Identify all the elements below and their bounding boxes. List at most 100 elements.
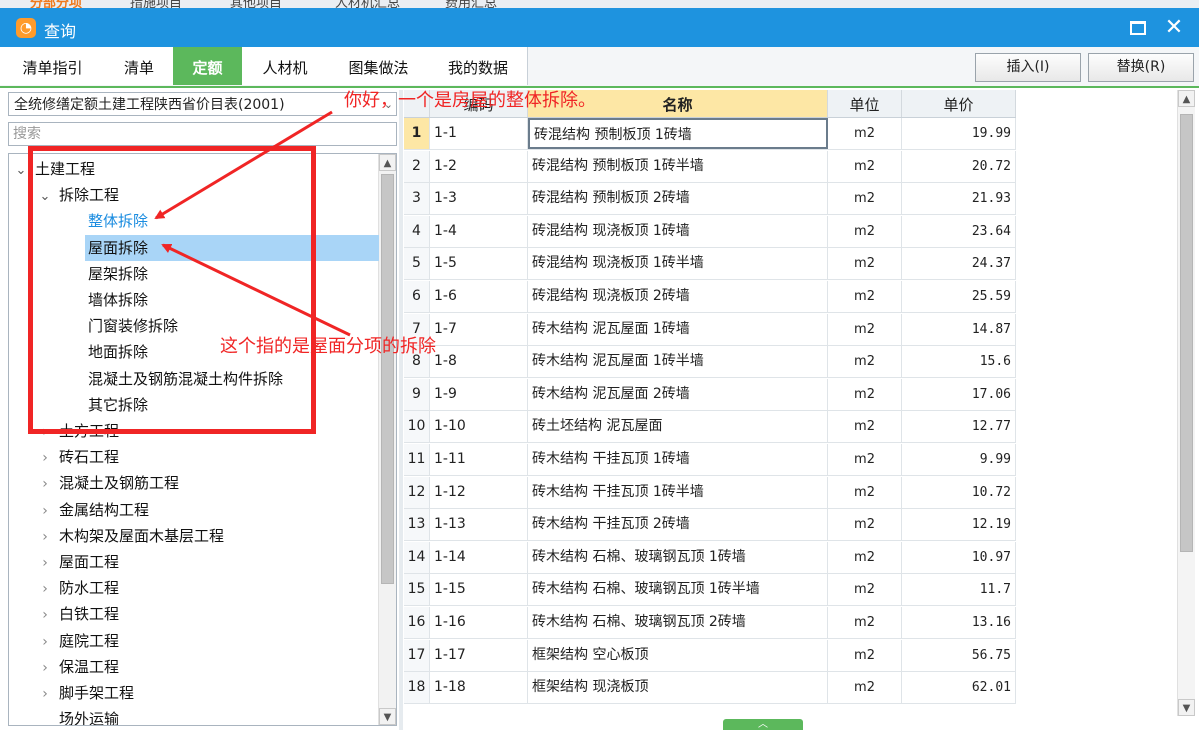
cell-unit[interactable]: m2 <box>828 118 902 149</box>
row-number[interactable]: 5 <box>404 248 430 280</box>
row-number[interactable]: 13 <box>404 509 430 541</box>
table-row[interactable]: 1 1-1 砖混结构 预制板顶 1砖墙 m2 19.99 <box>404 118 1016 150</box>
col-header-unit[interactable]: 单位 <box>828 90 902 117</box>
row-number[interactable]: 17 <box>404 639 430 671</box>
row-number[interactable]: 11 <box>404 444 430 475</box>
cell-price[interactable]: 20.72 <box>902 150 1016 182</box>
cell-code[interactable]: 1-11 <box>430 444 528 475</box>
cell-name[interactable]: 砖混结构 现浇板顶 1砖墙 <box>528 215 828 247</box>
background-tab[interactable]: 其他项目 <box>230 0 282 8</box>
table-row[interactable]: 9 1-9 砖木结构 泥瓦屋面 2砖墙 m2 17.06 <box>404 378 1016 411</box>
cell-code[interactable]: 1-8 <box>430 346 528 378</box>
row-number[interactable]: 2 <box>404 150 430 182</box>
background-tab[interactable]: 费用汇总 <box>445 0 497 8</box>
cell-unit[interactable]: m2 <box>828 444 902 475</box>
cell-name[interactable]: 砖木结构 干挂瓦顶 1砖墙 <box>528 444 828 475</box>
cell-unit[interactable]: m2 <box>828 248 902 280</box>
cell-price[interactable]: 25.59 <box>902 281 1016 312</box>
cell-name[interactable]: 砖木结构 干挂瓦顶 1砖半墙 <box>528 476 828 508</box>
scroll-down-icon[interactable]: ▼ <box>1178 699 1195 716</box>
cell-code[interactable]: 1-3 <box>430 183 528 215</box>
tree-item[interactable]: 其它拆除 <box>85 392 148 418</box>
tree-item[interactable]: › 保温工程 <box>37 654 119 680</box>
cell-name[interactable]: 砖混结构 预制板顶 1砖墙 <box>528 118 828 149</box>
chevron-right-icon[interactable]: › <box>37 471 53 497</box>
cell-price[interactable]: 12.77 <box>902 411 1016 443</box>
chevron-right-icon[interactable]: › <box>37 419 53 445</box>
cell-price[interactable]: 17.06 <box>902 378 1016 410</box>
cell-code[interactable]: 1-5 <box>430 248 528 280</box>
cell-code[interactable]: 1-14 <box>430 541 528 573</box>
cell-name[interactable]: 砖木结构 泥瓦屋面 2砖墙 <box>528 378 828 410</box>
cell-name[interactable]: 砖混结构 现浇板顶 2砖墙 <box>528 281 828 312</box>
panel-splitter[interactable] <box>399 90 403 730</box>
cell-name[interactable]: 砖木结构 石棉、玻璃钢瓦顶 1砖半墙 <box>528 574 828 606</box>
table-row[interactable]: 18 1-18 框架结构 现浇板顶 m2 62.01 <box>404 672 1016 705</box>
col-header-price[interactable]: 单价 <box>902 90 1016 117</box>
cell-unit[interactable]: m2 <box>828 672 902 704</box>
cell-name[interactable]: 框架结构 空心板顶 <box>528 639 828 671</box>
row-number[interactable]: 6 <box>404 281 430 312</box>
chevron-right-icon[interactable]: › <box>37 602 53 628</box>
tab-list-guide[interactable]: 清单指引 <box>0 47 106 85</box>
table-row[interactable]: 4 1-4 砖混结构 现浇板顶 1砖墙 m2 23.64 <box>404 215 1016 248</box>
chevron-right-icon[interactable]: › <box>37 498 53 524</box>
tree-item[interactable]: ⌄ 土建工程 <box>13 156 95 182</box>
tree-item[interactable]: › 土方工程 <box>37 418 119 444</box>
background-tab[interactable]: 措施项目 <box>130 0 182 8</box>
cell-code[interactable]: 1-16 <box>430 607 528 638</box>
table-row[interactable]: 13 1-13 砖木结构 干挂瓦顶 2砖墙 m2 12.19 <box>404 509 1016 542</box>
cell-price[interactable]: 14.87 <box>902 313 1016 345</box>
row-number[interactable]: 15 <box>404 574 430 606</box>
tree-item[interactable]: ⌄ 拆除工程 <box>37 182 119 208</box>
chevron-right-icon[interactable]: › <box>37 445 53 471</box>
row-number[interactable]: 4 <box>404 215 430 247</box>
maximize-button[interactable] <box>1124 14 1152 42</box>
background-tab[interactable]: 分部分项 <box>30 0 82 8</box>
tree-item[interactable]: 墙体拆除 <box>85 287 148 313</box>
table-row[interactable]: 11 1-11 砖木结构 干挂瓦顶 1砖墙 m2 9.99 <box>404 444 1016 476</box>
chevron-right-icon[interactable]: › <box>37 655 53 681</box>
cell-unit[interactable]: m2 <box>828 183 902 215</box>
grid-scroll-thumb[interactable] <box>1180 114 1193 552</box>
scroll-up-icon[interactable]: ▲ <box>1178 90 1195 107</box>
cell-price[interactable]: 21.93 <box>902 183 1016 215</box>
close-button[interactable]: ✕ <box>1160 14 1188 42</box>
tab-labor-material[interactable]: 人材机 <box>242 47 329 85</box>
cell-code[interactable]: 1-13 <box>430 509 528 541</box>
tree-item[interactable]: 地面拆除 <box>85 339 148 365</box>
cell-name[interactable]: 砖木结构 石棉、玻璃钢瓦顶 2砖墙 <box>528 607 828 638</box>
cell-price[interactable]: 13.16 <box>902 607 1016 638</box>
tab-atlas-method[interactable]: 图集做法 <box>328 47 430 85</box>
cell-unit[interactable]: m2 <box>828 378 902 410</box>
cell-name[interactable]: 砖土坯结构 泥瓦屋面 <box>528 411 828 443</box>
row-number[interactable]: 8 <box>404 346 430 378</box>
table-row[interactable]: 2 1-2 砖混结构 预制板顶 1砖半墙 m2 20.72 <box>404 150 1016 183</box>
cell-price[interactable]: 19.99 <box>902 118 1016 149</box>
grid-scrollbar[interactable]: ▲ ▼ <box>1177 90 1195 716</box>
background-tab[interactable]: 人材机汇总 <box>335 0 400 8</box>
tree-item[interactable]: › 金属结构工程 <box>37 497 149 523</box>
tree-item[interactable]: 屋架拆除 <box>85 261 148 287</box>
cell-unit[interactable]: m2 <box>828 346 902 378</box>
replace-button[interactable]: 替换(R) <box>1088 53 1194 82</box>
cell-code[interactable]: 1-9 <box>430 378 528 410</box>
tab-list[interactable]: 清单 <box>105 47 174 85</box>
chevron-right-icon[interactable]: › <box>37 550 53 576</box>
cell-unit[interactable]: m2 <box>828 574 902 606</box>
table-row[interactable]: 16 1-16 砖木结构 石棉、玻璃钢瓦顶 2砖墙 m2 13.16 <box>404 607 1016 639</box>
cell-code[interactable]: 1-6 <box>430 281 528 312</box>
row-number[interactable]: 1 <box>404 118 430 149</box>
cell-price[interactable]: 24.37 <box>902 248 1016 280</box>
cell-unit[interactable]: m2 <box>828 607 902 638</box>
table-row[interactable]: 7 1-7 砖木结构 泥瓦屋面 1砖墙 m2 14.87 <box>404 313 1016 346</box>
tab-quota[interactable]: 定额 <box>173 47 243 85</box>
tree-item[interactable]: › 白铁工程 <box>37 601 119 627</box>
table-row[interactable]: 17 1-17 框架结构 空心板顶 m2 56.75 <box>404 639 1016 672</box>
cell-price[interactable]: 12.19 <box>902 509 1016 541</box>
chevron-right-icon[interactable]: › <box>37 524 53 550</box>
tree-item[interactable]: › 木构架及屋面木基层工程 <box>37 523 224 549</box>
cell-unit[interactable]: m2 <box>828 541 902 573</box>
cell-price[interactable]: 10.97 <box>902 541 1016 573</box>
row-number[interactable]: 9 <box>404 378 430 410</box>
